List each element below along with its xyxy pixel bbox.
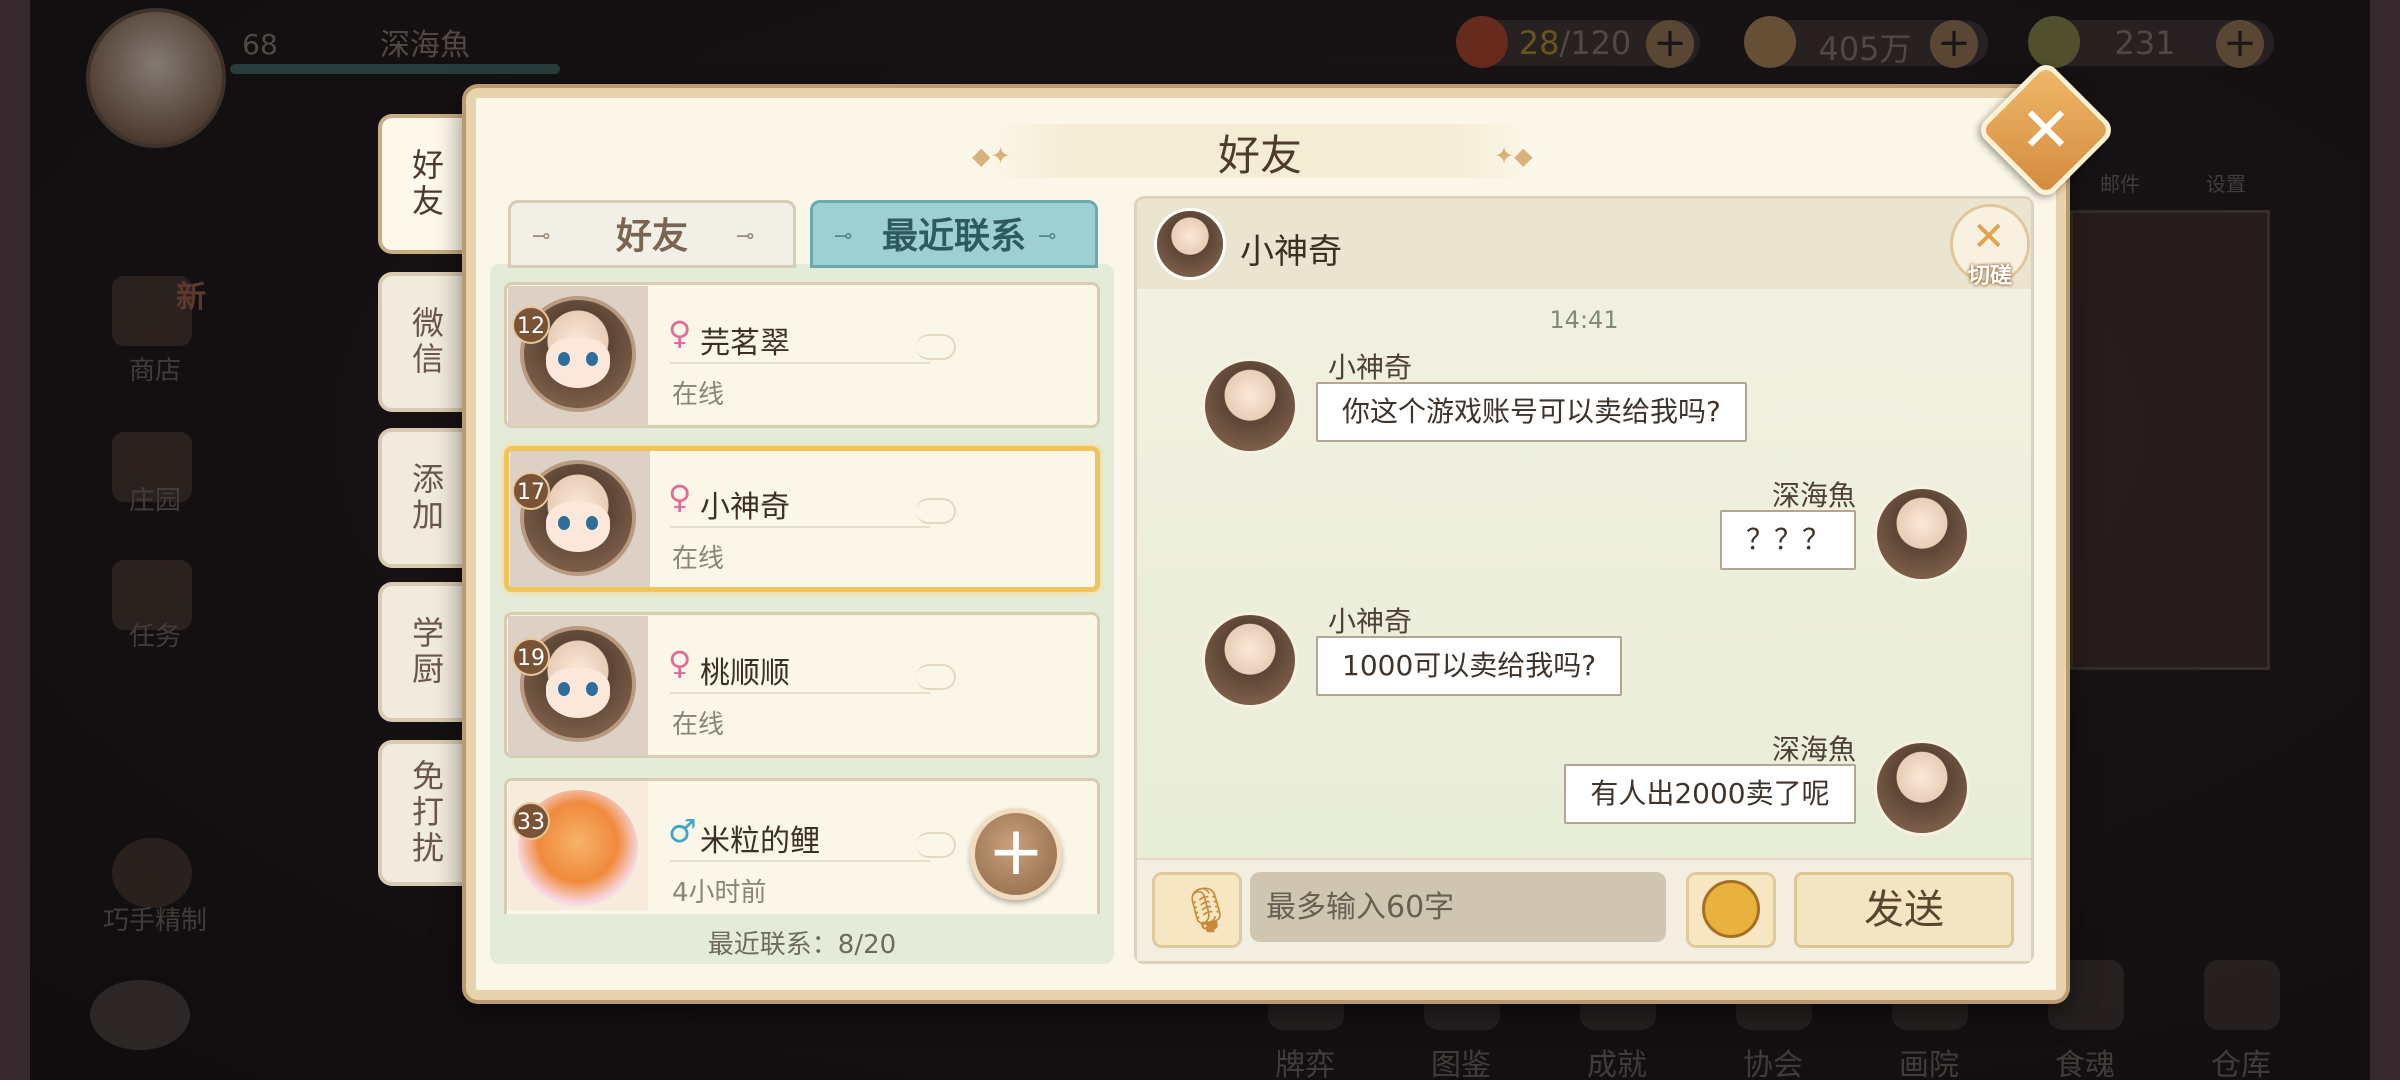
friend-level-badge: 17 (512, 472, 550, 510)
avatar-face (546, 668, 610, 718)
close-icon[interactable]: ✕ (1996, 80, 2096, 180)
friend-level-badge: 33 (512, 802, 550, 840)
send-button[interactable]: 发送 (1794, 872, 2014, 948)
chat-bubble: ？？？ (1720, 510, 1856, 570)
chat-sender-name: 深海魚 (1771, 479, 1856, 512)
dialog-title: 好友 (1217, 131, 1302, 180)
avatar-eye (586, 352, 598, 366)
spar-label[interactable]: 切磋 (1950, 258, 2030, 290)
chat-contact-avatar[interactable] (1154, 208, 1226, 280)
side-tab-friends[interactable]: 好友 (378, 114, 470, 254)
avatar-eye (558, 682, 570, 696)
friend-name: 米粒的鲤 (700, 824, 820, 859)
recent-contacts-count: 最近联系：8/20 (707, 930, 897, 960)
chat-sender-name: 小神奇 (1328, 605, 1413, 638)
chat-contact-name: 小神奇 (1240, 232, 1342, 272)
avatar-face (546, 338, 610, 388)
card-divider (670, 362, 930, 364)
side-tab-do-not-disturb[interactable]: 免打扰 (378, 740, 470, 886)
avatar-face (546, 502, 610, 552)
chat-avatar[interactable] (1202, 358, 1298, 454)
chat-message-input[interactable] (1250, 872, 1666, 942)
friend-name: 小神奇 (700, 490, 790, 525)
side-tab-wechat[interactable]: 微信 (378, 272, 470, 412)
female-icon: ♀ (668, 644, 692, 682)
friend-level-badge: 19 (512, 638, 550, 676)
friend-name: 桃顺顺 (700, 656, 790, 691)
chat-avatar[interactable] (1874, 740, 1970, 836)
tab-recent-deco-right: ⊸ (1038, 224, 1057, 249)
side-tab-learn-cook-label: 学厨 (407, 616, 445, 688)
side-tab-learn-cook[interactable]: 学厨 (378, 582, 470, 722)
side-tab-friends-label: 好友 (407, 148, 445, 220)
chat-bubble: 1000可以卖给我吗? (1316, 636, 1623, 696)
side-tab-dnd-label: 免打扰 (407, 759, 445, 867)
side-tab-wechat-label: 微信 (407, 306, 445, 378)
add-friend-button[interactable]: + (970, 808, 1062, 900)
card-swirl-decoration (916, 334, 956, 360)
card-swirl-decoration (916, 664, 956, 690)
friend-level-badge: 12 (512, 306, 550, 344)
side-tab-add-label: 添加 (407, 462, 445, 534)
chat-timestamp: 14:41 (1549, 306, 1619, 334)
chat-avatar[interactable] (1202, 612, 1298, 708)
card-divider (670, 692, 930, 694)
card-divider (670, 526, 930, 528)
card-swirl-decoration (916, 832, 956, 858)
cat-emoji-icon[interactable] (1702, 880, 1760, 938)
chat-avatar[interactable] (1874, 486, 1970, 582)
avatar-eye (586, 682, 598, 696)
chat-bubble: 你这个游戏账号可以卖给我吗? (1316, 382, 1747, 442)
tab-deco-right: ⊸ (736, 224, 755, 249)
friend-status: 在线 (672, 544, 725, 574)
female-icon: ♀ (668, 478, 692, 516)
tab-recent-deco-left: ⊸ (834, 224, 853, 249)
friend-name: 芫茗翠 (700, 326, 790, 361)
friend-status: 在线 (672, 710, 725, 740)
microphone-icon[interactable]: 🎙 (1178, 884, 1234, 936)
chat-sender-name: 小神奇 (1328, 351, 1413, 384)
card-swirl-decoration (916, 498, 956, 524)
friend-status: 4小时前 (672, 878, 767, 908)
avatar-eye (558, 516, 570, 530)
tab-deco-left: ⊸ (532, 224, 551, 249)
avatar-eye (558, 352, 570, 366)
female-icon: ♀ (668, 314, 692, 352)
friend-status: 在线 (672, 380, 725, 410)
chat-bubble: 有人出2000卖了呢 (1564, 764, 1856, 824)
male-icon: ♂ (668, 812, 697, 850)
avatar-eye (586, 516, 598, 530)
card-divider (670, 860, 930, 862)
chat-sender-name: 深海魚 (1771, 733, 1856, 766)
side-tab-add[interactable]: 添加 (378, 428, 470, 568)
spar-icon[interactable]: ✕ (1972, 214, 2006, 260)
